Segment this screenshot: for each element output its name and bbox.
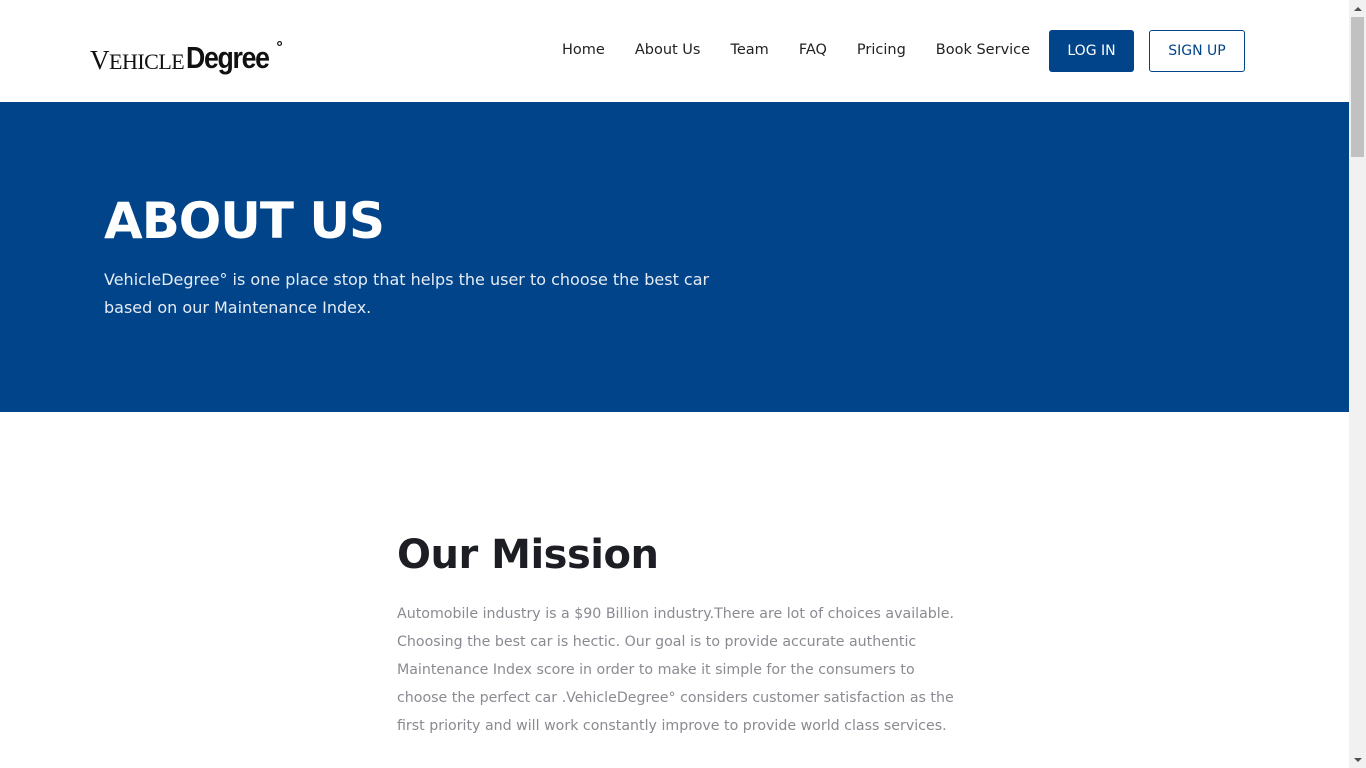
mission-description: Automobile industry is a $90 Billion ind… <box>397 606 954 734</box>
logo-vehicle-rest: EHICLE <box>109 49 185 74</box>
main-nav: Home About Us Team FAQ Pricing Book Serv… <box>562 42 1030 58</box>
scroll-up-button[interactable] <box>1349 0 1366 17</box>
scroll-down-button[interactable] <box>1349 751 1366 768</box>
chevron-down-icon <box>1353 757 1362 762</box>
hero-title: ABOUT US <box>104 192 385 250</box>
nav-link-home[interactable]: Home <box>562 42 605 58</box>
vehicledegree-logo[interactable]: VEHICLE Degree ° <box>90 36 289 76</box>
mission-title: Our Mission <box>397 532 659 578</box>
hero-description: VehicleDegree° is one place stop that he… <box>104 270 710 317</box>
page: VEHICLE Degree ° Home About Us Team FAQ … <box>0 0 1349 768</box>
nav-link-about-us[interactable]: About Us <box>635 42 701 58</box>
nav-link-faq[interactable]: FAQ <box>799 42 827 58</box>
signup-button[interactable]: SIGN UP <box>1149 30 1245 72</box>
site-header: VEHICLE Degree ° Home About Us Team FAQ … <box>0 0 1349 102</box>
nav-link-book-service[interactable]: Book Service <box>936 42 1030 58</box>
chevron-up-icon <box>1353 6 1362 11</box>
hero-banner: ABOUT US VehicleDegree° is one place sto… <box>0 102 1349 412</box>
login-button[interactable]: LOG IN <box>1049 30 1134 72</box>
logo-degree-text: Degree <box>186 40 270 75</box>
nav-link-pricing[interactable]: Pricing <box>857 42 906 58</box>
logo-vehicle-text: VEHICLE <box>90 45 185 76</box>
logo-degree-mark: ° <box>276 39 283 56</box>
nav-link-team[interactable]: Team <box>730 42 768 58</box>
vertical-scrollbar[interactable] <box>1349 0 1366 768</box>
scrollbar-thumb[interactable] <box>1351 17 1364 157</box>
logo-vehicle-initial: V <box>90 45 110 75</box>
